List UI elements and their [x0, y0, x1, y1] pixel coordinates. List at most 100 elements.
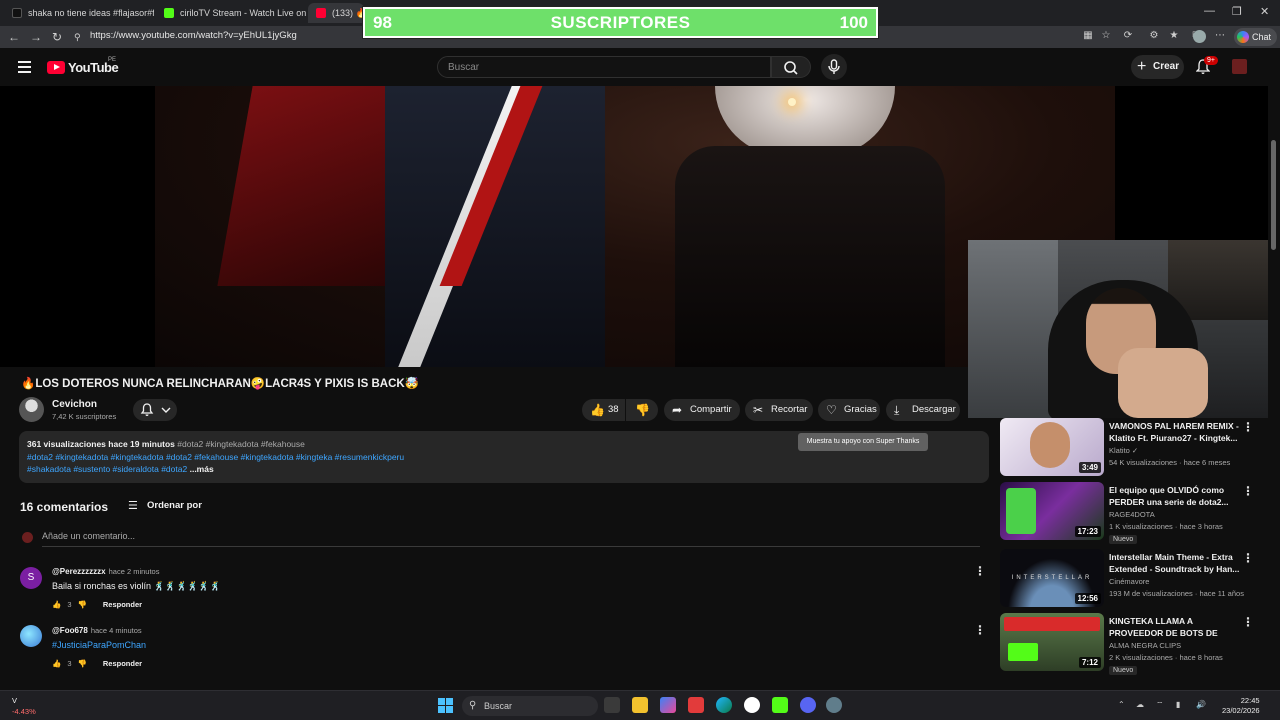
reply-button[interactable]: Responder [103, 659, 142, 668]
browser-tab-1[interactable]: shaka no tiene ideas #flajasor#fek ✕ [4, 3, 154, 23]
video-channel[interactable]: ALMA NEGRA CLIPS [1109, 641, 1181, 650]
thumbs-up-icon[interactable]: 👍 [52, 600, 61, 609]
file-explorer-icon[interactable] [632, 697, 648, 713]
download-button[interactable]: ⤓ Descargar [886, 399, 960, 421]
edge-icon[interactable] [716, 697, 732, 713]
forward-icon[interactable]: → [30, 30, 42, 44]
wifi-icon[interactable]: ⌔ [1156, 700, 1164, 710]
copilot-chat-button[interactable]: Chat [1234, 28, 1278, 46]
copilot-app-icon[interactable] [660, 697, 676, 713]
hashtags-line[interactable]: #dota2 #kingtekadota #kingtekadota #dota… [27, 451, 981, 464]
reload-icon[interactable]: ↻ [52, 30, 62, 44]
battery-icon[interactable]: ▮ [1176, 700, 1180, 709]
recommended-video[interactable]: INTERSTELLAR 12:56 Interstellar Main The… [1000, 549, 1260, 613]
task-view-icon[interactable] [604, 697, 620, 713]
tray-chevron-icon[interactable]: ⌃ [1118, 700, 1125, 709]
channel-name[interactable]: Cevichon [52, 399, 97, 410]
account-avatar[interactable] [1232, 59, 1247, 74]
comment-author[interactable]: @Foo678 hace 4 minutos [52, 626, 142, 635]
comment-text[interactable]: #JusticiaParaPomChan [52, 640, 146, 650]
cloud-icon[interactable]: ☁ [1136, 700, 1144, 709]
back-icon[interactable]: ← [8, 30, 20, 44]
taskbar-search[interactable]: ⚲ Buscar [462, 696, 598, 716]
video-channel[interactable]: RAGE4DOTA [1109, 510, 1155, 519]
video-thumbnail[interactable]: 7:12 [1000, 613, 1104, 671]
comment-avatar[interactable] [20, 625, 42, 647]
video-menu-icon[interactable]: ⋮ [1242, 484, 1254, 498]
comment-menu-icon[interactable]: ⋮ [974, 623, 986, 637]
more-menu-icon[interactable]: ⋯ [1214, 30, 1226, 42]
top-hashtags[interactable]: #dota2 #kingtekadota #fekahouse [177, 439, 305, 449]
video-menu-icon[interactable]: ⋮ [1242, 615, 1254, 629]
hashtags-line[interactable]: #shakadota #sustento #sideraldota #dota2 [27, 464, 187, 474]
favorite-star-icon[interactable]: ☆ [1100, 30, 1112, 42]
url-field[interactable]: https://www.youtube.com/watch?v=yEhUL1jy… [90, 30, 297, 41]
apps-icon[interactable]: ▦ [1082, 30, 1094, 42]
like-button[interactable]: 👍 38 [582, 399, 625, 421]
share-button[interactable]: ➦ Compartir [664, 399, 740, 421]
voice-search-button[interactable] [821, 54, 847, 80]
comment-avatar[interactable]: S [20, 567, 42, 589]
comments-count: 16 comentarios [20, 500, 109, 514]
video-menu-icon[interactable]: ⋮ [1242, 551, 1254, 565]
add-comment-field[interactable]: Añade un comentario... [42, 531, 980, 547]
search-input[interactable] [438, 58, 770, 77]
stock-widget[interactable]: V -4.43% [12, 696, 36, 716]
video-title[interactable]: VAMONOS PAL HAREM REMIX - Klatito Ft. Pi… [1109, 420, 1241, 444]
sort-comments-button[interactable]: ☰ Ordenar por [128, 500, 202, 512]
recommended-video[interactable]: 17:23 El equipo que OLVIDÓ como PERDER u… [1000, 482, 1260, 546]
comment-time[interactable]: hace 4 minutos [91, 626, 142, 635]
recommended-video[interactable]: 3:49 VAMONOS PAL HAREM REMIX - Klatito F… [1000, 418, 1260, 482]
settings-icon[interactable] [826, 697, 842, 713]
volume-icon[interactable]: 🔊 [1196, 700, 1206, 709]
minimize-icon[interactable]: — [1204, 5, 1215, 17]
video-title[interactable]: El equipo que OLVIDÓ como PERDER una ser… [1109, 484, 1241, 508]
subscriber-goal: 100 [839, 13, 868, 32]
maximize-icon[interactable]: ❐ [1232, 5, 1242, 18]
comment-menu-icon[interactable]: ⋮ [974, 564, 986, 578]
dislike-button[interactable]: 👎 [626, 399, 658, 421]
create-button[interactable]: + Crear [1131, 55, 1184, 79]
scrollbar-thumb[interactable] [1271, 140, 1276, 250]
video-thumbnail[interactable]: INTERSTELLAR 12:56 [1000, 549, 1104, 607]
profile-avatar[interactable] [1193, 30, 1206, 43]
video-thumbnail[interactable]: 17:23 [1000, 482, 1104, 540]
comment-author-name[interactable]: @Foo678 [52, 626, 88, 635]
video-menu-icon[interactable]: ⋮ [1242, 420, 1254, 434]
recommended-video[interactable]: 7:12 KINGTEKA LLAMA A PROVEEDOR DE BOTS … [1000, 613, 1260, 677]
thumbs-down-icon[interactable]: 👎 [78, 600, 87, 609]
app-icon[interactable] [744, 697, 760, 713]
video-channel[interactable]: Cinémavore [1109, 577, 1149, 586]
thanks-button[interactable]: ♡ Gracias [818, 399, 880, 421]
video-thumbnail[interactable]: 3:49 [1000, 418, 1104, 476]
browser-tab-3[interactable]: (133) 🔥LO [308, 3, 364, 23]
hamburger-menu-icon[interactable] [18, 61, 31, 73]
discord-icon[interactable] [800, 697, 816, 713]
close-window-icon[interactable]: ✕ [1260, 5, 1269, 18]
browser-tab-2[interactable]: ciriloTV Stream - Watch Live on Ki ✕ [156, 3, 306, 23]
thumbs-up-icon[interactable]: 👍 [52, 659, 61, 668]
subscription-bell-button[interactable] [133, 399, 177, 421]
kick-app-icon[interactable] [772, 697, 788, 713]
extensions-icon[interactable]: ⚙ [1148, 30, 1160, 42]
windows-start-icon[interactable] [438, 698, 453, 713]
clip-button[interactable]: ✂ Recortar [745, 399, 813, 421]
channel-avatar[interactable] [19, 397, 44, 422]
thumbs-down-icon[interactable]: 👎 [78, 659, 87, 668]
refresh-icon[interactable]: ⟳ [1122, 30, 1134, 42]
site-info-icon[interactable]: ⚲ [74, 32, 81, 43]
video-title[interactable]: KINGTEKA LLAMA A PROVEEDOR DE BOTS DE KI… [1109, 615, 1241, 639]
favorites-icon[interactable]: ★ [1168, 30, 1180, 42]
reply-button[interactable]: Responder [103, 600, 142, 609]
comment-time[interactable]: hace 2 minutos [109, 567, 160, 576]
search-button[interactable] [771, 56, 811, 78]
show-more-link[interactable]: ...más [190, 464, 214, 474]
video-channel[interactable]: Klatito ✓ [1109, 446, 1138, 455]
comment-author[interactable]: @Perezzzzzzx hace 2 minutos [52, 567, 159, 576]
comment-author-name[interactable]: @Perezzzzzzx [52, 567, 106, 576]
window-city-night [1168, 240, 1280, 320]
app-icon[interactable] [688, 697, 704, 713]
new-badge: Nuevo [1109, 535, 1138, 544]
clock[interactable]: 22:45 23/02/2026 [1222, 696, 1260, 716]
video-title[interactable]: Interstellar Main Theme - Extra Extended… [1109, 551, 1241, 575]
